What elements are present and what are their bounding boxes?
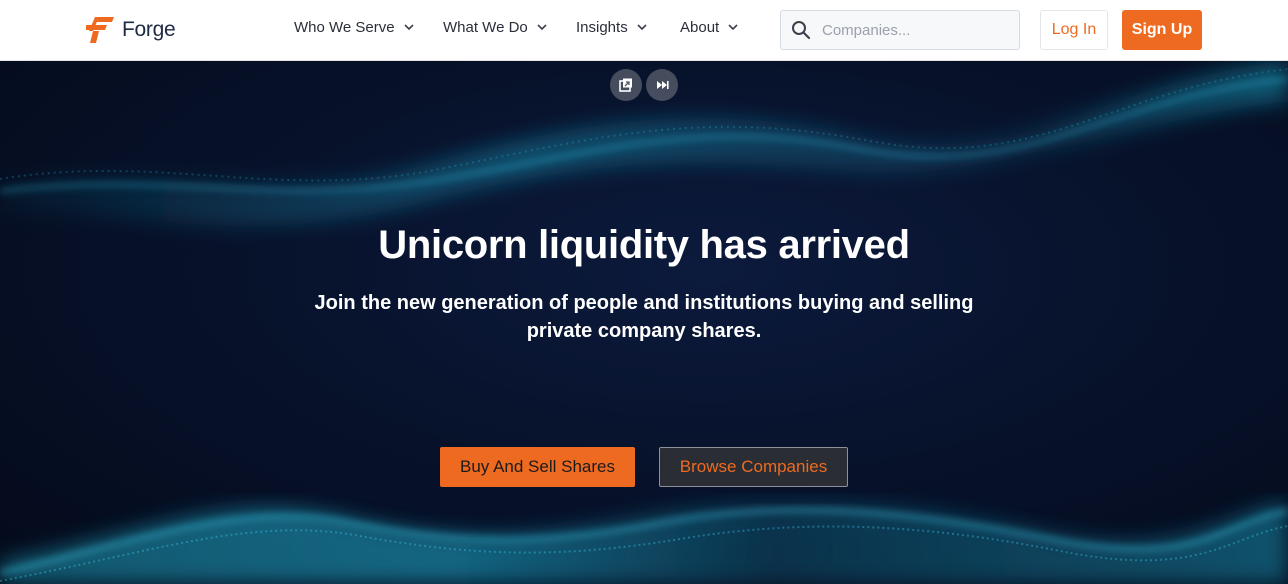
nav-item-what-we-do[interactable]: What We Do xyxy=(443,19,547,36)
skip-forward-icon xyxy=(657,81,669,89)
hero-section: Unicorn liquidity has arrived Join the n… xyxy=(0,61,1288,584)
nav-item-label: Insights xyxy=(576,19,628,36)
search-icon[interactable] xyxy=(791,20,811,40)
chevron-down-icon xyxy=(404,24,414,31)
brand-name: Forge xyxy=(122,18,176,41)
forge-logo[interactable]: Forge xyxy=(85,14,176,46)
picture-in-picture-button[interactable] xyxy=(610,69,642,101)
nav-item-insights[interactable]: Insights xyxy=(576,19,647,36)
signup-button[interactable]: Sign Up xyxy=(1122,10,1202,50)
login-button[interactable]: Log In xyxy=(1040,10,1108,50)
buy-and-sell-shares-button[interactable]: Buy And Sell Shares xyxy=(440,447,635,487)
hero-subtitle: Join the new generation of people and in… xyxy=(314,292,974,342)
chevron-down-icon xyxy=(637,24,647,31)
picture-in-picture-icon xyxy=(619,78,632,92)
chevron-down-icon xyxy=(537,24,547,31)
nav-item-who-we-serve[interactable]: Who We Serve xyxy=(294,19,414,36)
company-search xyxy=(780,10,1020,50)
nav-item-label: What We Do xyxy=(443,19,528,36)
nav-item-label: About xyxy=(680,19,720,36)
skip-forward-button[interactable] xyxy=(646,69,678,101)
forge-logo-icon xyxy=(86,17,114,43)
nav-item-label: Who We Serve xyxy=(294,19,395,36)
browse-companies-button[interactable]: Browse Companies xyxy=(659,447,848,487)
search-input[interactable] xyxy=(822,21,1002,39)
nav-item-about[interactable]: About xyxy=(680,19,738,36)
top-navigation: Forge Who We Serve What We Do Insights A… xyxy=(0,0,1288,61)
hero-title: Unicorn liquidity has arrived xyxy=(378,223,910,267)
chevron-down-icon xyxy=(728,24,738,31)
